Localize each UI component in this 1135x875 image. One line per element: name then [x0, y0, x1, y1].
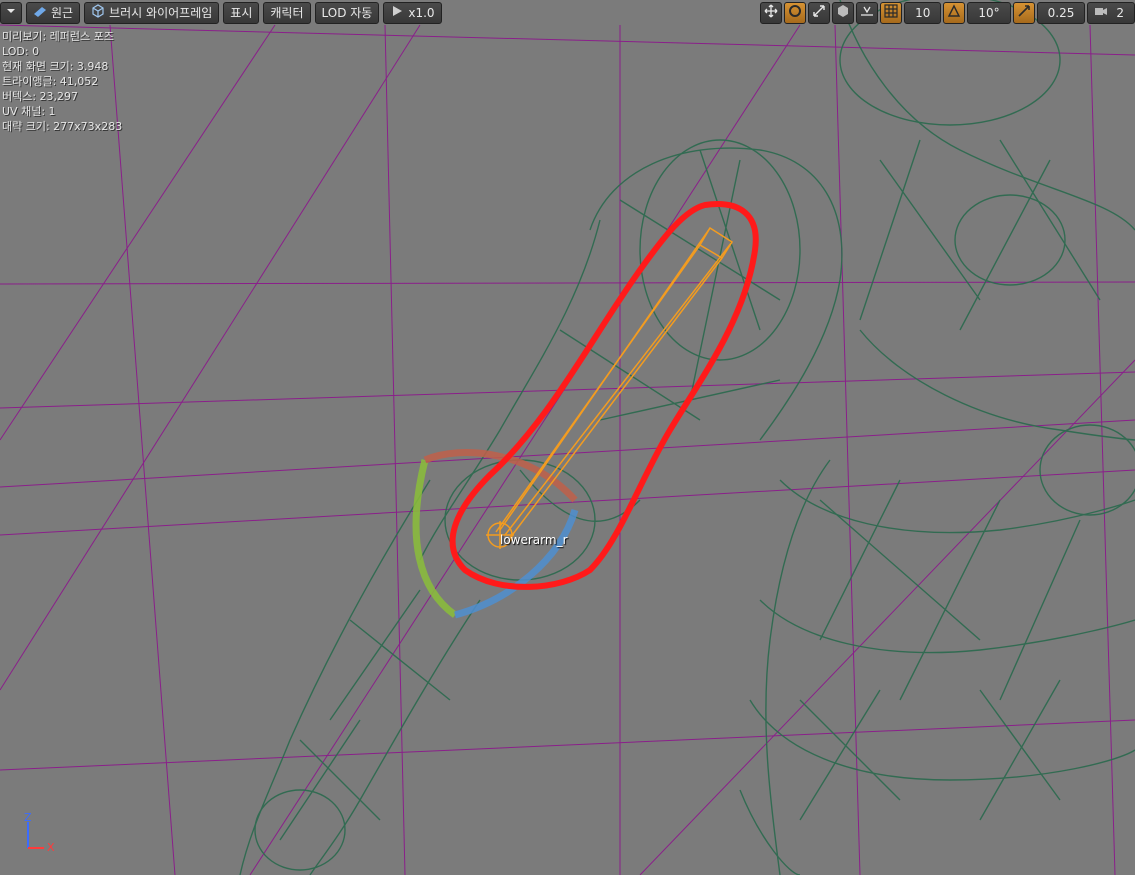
scale-mode-button[interactable] — [808, 1, 831, 24]
scene-canvas — [0, 0, 1135, 875]
rotate-mode-button[interactable] — [784, 1, 807, 24]
scale-snap-label: 0.25 — [1047, 5, 1075, 20]
stat-approx-size: 대략 크기: 277x73x283 — [2, 120, 123, 133]
rotation-snap-label: 10° — [978, 5, 1000, 20]
stat-uv-channels: UV 채널: 1 — [2, 105, 56, 118]
surface-snap-icon — [860, 4, 874, 21]
angle-icon — [947, 4, 961, 21]
wireframe-cube-icon — [91, 4, 105, 21]
rotation-snap-button[interactable] — [943, 1, 966, 24]
perspective-icon — [33, 4, 47, 21]
bone-name-label: lowerarm_r — [500, 533, 568, 547]
playspeed-button[interactable]: x1.0 — [383, 1, 442, 24]
show-button[interactable]: 표시 — [223, 1, 260, 24]
lod-button[interactable]: LOD 자동 — [314, 1, 380, 24]
scale-arrow-icon — [1017, 4, 1031, 21]
camera-speed-label: 2 — [1116, 5, 1124, 20]
camera-icon — [1094, 4, 1108, 21]
show-label: 표시 — [230, 6, 253, 20]
grid-snap-button[interactable] — [880, 1, 903, 24]
move-arrows-icon — [764, 4, 778, 21]
viewmode-button[interactable]: 브러시 와이어프레임 — [84, 1, 220, 24]
grid-snap-label: 10 — [915, 5, 931, 20]
viewport-3d[interactable] — [0, 0, 1135, 875]
chevron-down-icon — [4, 4, 18, 21]
play-icon — [390, 4, 404, 21]
perspective-button[interactable]: 원근 — [26, 1, 81, 24]
playspeed-label: x1.0 — [408, 5, 435, 20]
wireframe-mesh — [239, 0, 1135, 875]
perspective-label: 원근 — [51, 6, 74, 20]
grid-snap-value[interactable]: 10 — [904, 1, 942, 24]
viewport-toolbar-left: 원근 브러시 와이어프레임 표시 캐릭터 LOD 자동 x1.0 — [0, 0, 442, 25]
scale-snap-button[interactable] — [1012, 1, 1035, 24]
camera-speed-button[interactable]: 2 — [1087, 1, 1135, 24]
lod-label: LOD 자동 — [321, 6, 373, 20]
viewport-toolbar-right: 10 10° 0.25 2 — [760, 0, 1135, 25]
rotation-snap-value[interactable]: 10° — [967, 1, 1011, 24]
viewmode-label: 브러시 와이어프레임 — [109, 6, 213, 20]
scale-icon — [812, 4, 826, 21]
axis-z-label: Z — [24, 812, 32, 824]
stat-vertices: 버텍스: 23,297 — [2, 90, 79, 103]
stat-lod: LOD: 0 — [2, 45, 40, 58]
cube-icon — [836, 4, 850, 21]
local-world-button[interactable] — [832, 1, 855, 24]
axis-indicator: Z X — [20, 811, 65, 857]
character-label: 캐릭터 — [270, 6, 304, 20]
viewport-stats: 미리보기: 레퍼런스 포즈 LOD: 0 현재 화면 크기: 3.948 트라이… — [2, 29, 122, 134]
translate-mode-button[interactable] — [760, 1, 783, 24]
character-button[interactable]: 캐릭터 — [263, 1, 311, 24]
grid-icon — [884, 4, 898, 21]
surface-snap-button[interactable] — [856, 1, 879, 24]
stat-screen-size: 현재 화면 크기: 3.948 — [2, 60, 109, 73]
rotate-icon — [788, 4, 802, 21]
viewport-menu-button[interactable] — [0, 1, 22, 24]
stat-preview: 미리보기: 레퍼런스 포즈 — [2, 30, 114, 43]
axis-x-label: X — [47, 841, 55, 854]
scale-snap-value[interactable]: 0.25 — [1036, 1, 1086, 24]
stat-triangles: 트라이앵글: 41,052 — [2, 75, 99, 88]
